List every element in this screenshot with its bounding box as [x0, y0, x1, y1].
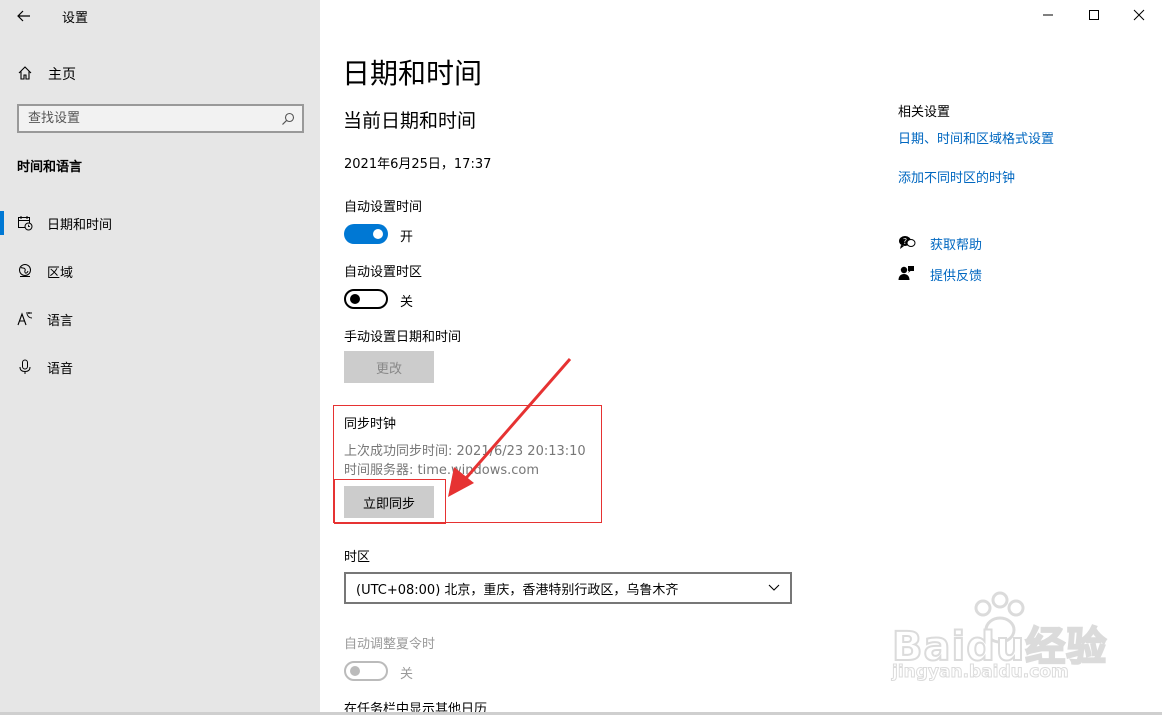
titlebar-left: 设置 — [0, 0, 320, 32]
timezone-selected-value: (UTC+08:00) 北京，重庆，香港特别行政区，乌鲁木齐 — [356, 582, 679, 598]
annotation-arrow — [448, 358, 572, 497]
watermark-brand: Baidu经验 — [891, 623, 1108, 671]
auto-time-state: 开 — [400, 230, 414, 245]
search-input[interactable] — [19, 106, 259, 131]
chevron-down-icon — [768, 584, 780, 591]
back-arrow-icon — [17, 10, 30, 22]
auto-timezone-toggle[interactable] — [344, 289, 388, 309]
baidu-watermark: Baidu经验 jingyan.baidu.com — [888, 588, 1158, 688]
current-datetime: 2021年6月25日，17:37 — [344, 157, 492, 172]
calendar-clock-icon — [18, 216, 33, 231]
dst-toggle[interactable] — [344, 661, 388, 681]
minimize-button[interactable] — [1025, 0, 1071, 30]
sidebar-item-language[interactable]: 语言 — [0, 301, 320, 337]
auto-time-toggle[interactable] — [344, 224, 388, 244]
timezone-select[interactable]: (UTC+08:00) 北京，重庆，香港特别行政区，乌鲁木齐 — [344, 572, 792, 604]
sidebar-item-datetime[interactable]: 日期和时间 — [0, 205, 320, 241]
highlight-box-button — [334, 479, 446, 524]
link-region-format[interactable]: 日期、时间和区域格式设置 — [898, 128, 1054, 147]
toggle-knob — [373, 229, 383, 239]
close-button[interactable] — [1116, 0, 1162, 30]
page-title: 日期和时间 — [342, 57, 483, 90]
dst-label: 自动调整夏令时 — [344, 637, 436, 652]
minimize-icon — [1043, 14, 1053, 16]
watermark-logo — [974, 591, 1025, 644]
language-icon — [17, 312, 33, 326]
nav-home-label: 主页 — [48, 67, 76, 83]
close-icon — [1133, 9, 1145, 21]
manual-datetime-label: 手动设置日期和时间 — [344, 330, 462, 345]
sidebar: 设置 主页 时间和语言 日期和时间 区域 语言 语音 — [0, 0, 320, 715]
feedback-icon — [898, 266, 914, 280]
window-title: 设置 — [62, 11, 89, 26]
help-icon: ? — [899, 236, 916, 249]
svg-text:?: ? — [903, 237, 907, 246]
search-icon[interactable] — [281, 112, 295, 126]
auto-timezone-label: 自动设置时区 — [344, 265, 423, 280]
maximize-icon — [1089, 10, 1099, 20]
nav-home[interactable]: 主页 — [0, 58, 320, 88]
microphone-icon — [19, 359, 31, 374]
sidebar-item-label: 语言 — [47, 314, 74, 329]
home-icon — [18, 66, 32, 80]
link-add-clocks[interactable]: 添加不同时区的时钟 — [898, 167, 1015, 186]
related-settings-heading: 相关设置 — [898, 105, 951, 120]
globe-icon — [19, 264, 31, 277]
auto-time-label: 自动设置时间 — [344, 200, 423, 215]
sidebar-item-label: 语音 — [47, 362, 74, 377]
watermark-url: jingyan.baidu.com — [892, 662, 1070, 683]
section-subtitle: 当前日期和时间 — [343, 110, 477, 132]
sync-heading: 同步时钟 — [344, 417, 397, 432]
sidebar-item-region[interactable]: 区域 — [0, 253, 320, 289]
maximize-button[interactable] — [1071, 0, 1117, 30]
sidebar-item-speech[interactable]: 语音 — [0, 349, 320, 385]
sidebar-item-label: 区域 — [47, 266, 74, 281]
section-heading: 时间和语言 — [17, 160, 83, 175]
toggle-knob — [350, 294, 360, 304]
change-button[interactable]: 更改 — [344, 351, 434, 383]
back-button[interactable] — [10, 4, 38, 28]
auto-timezone-state: 关 — [400, 295, 414, 310]
dst-state: 关 — [400, 667, 414, 682]
timezone-label: 时区 — [344, 550, 371, 565]
sidebar-item-label: 日期和时间 — [47, 218, 113, 233]
toggle-knob — [350, 666, 360, 676]
feedback-link[interactable]: 提供反馈 — [930, 265, 982, 284]
search-box[interactable] — [17, 104, 304, 133]
get-help-link[interactable]: 获取帮助 — [930, 234, 982, 253]
active-indicator — [0, 211, 4, 235]
